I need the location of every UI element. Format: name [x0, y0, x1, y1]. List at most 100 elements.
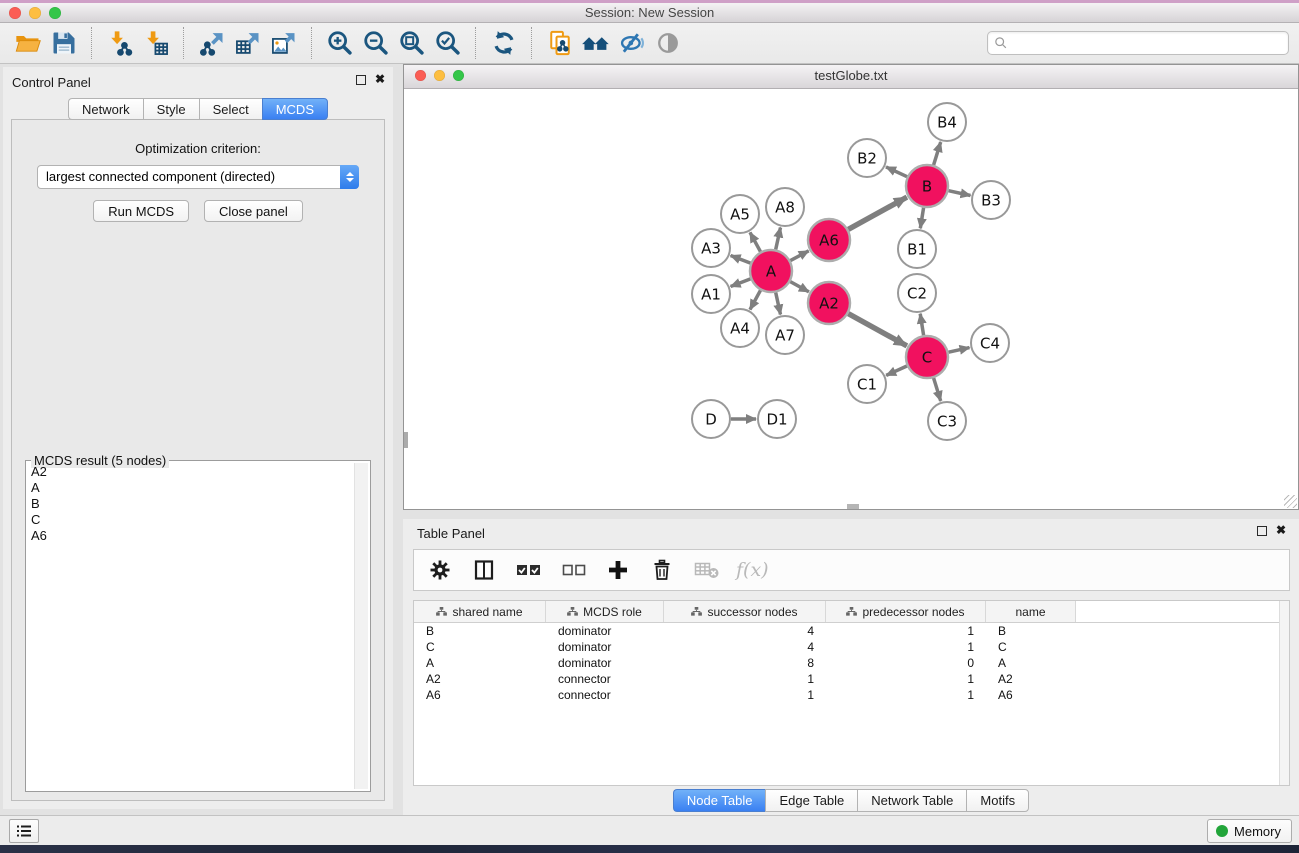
- hide-selected-eye-slash-icon[interactable]: [614, 26, 650, 60]
- import-table-icon[interactable]: [138, 26, 174, 60]
- table-cell[interactable]: 0: [826, 656, 986, 670]
- graph-edge-A-A5[interactable]: [750, 232, 761, 251]
- graph-edge-C-C4[interactable]: [949, 348, 970, 353]
- column-header-shared-name[interactable]: shared name: [414, 601, 546, 622]
- table-cell[interactable]: 4: [664, 640, 826, 654]
- table-cell[interactable]: B: [986, 624, 1076, 638]
- mcds-result-item[interactable]: A6: [28, 528, 354, 544]
- network-vertical-scrollbar-thumb[interactable]: [404, 432, 408, 448]
- table-cell[interactable]: 8: [664, 656, 826, 670]
- table-cell[interactable]: A: [986, 656, 1076, 670]
- table-cell[interactable]: A2: [986, 672, 1076, 686]
- deselect-all-rows-icon[interactable]: [562, 562, 586, 578]
- double-house-icon[interactable]: [578, 26, 614, 60]
- graph-edge-C-C3[interactable]: [934, 378, 941, 401]
- table-cell[interactable]: A: [414, 656, 546, 670]
- table-vertical-scrollbar[interactable]: [1279, 601, 1289, 785]
- export-network-icon[interactable]: [194, 26, 230, 60]
- graph-edge-A-A7[interactable]: [776, 293, 781, 315]
- close-panel-icon[interactable]: ✖: [375, 74, 385, 85]
- export-image-icon[interactable]: [266, 26, 302, 60]
- mcds-result-item[interactable]: A: [28, 480, 354, 496]
- column-header-predecessor-nodes[interactable]: predecessor nodes: [826, 601, 986, 622]
- table-cell[interactable]: 1: [826, 688, 986, 702]
- create-new-column-plus-icon[interactable]: [606, 558, 630, 582]
- table-settings-gear-icon[interactable]: [428, 558, 452, 582]
- network-resize-grip[interactable]: [1284, 495, 1297, 508]
- table-row[interactable]: Cdominator41C: [414, 639, 1289, 655]
- table-cell[interactable]: B: [414, 624, 546, 638]
- graph-edge-B-B3[interactable]: [949, 191, 971, 196]
- show-all-eye-icon[interactable]: [650, 26, 686, 60]
- zoom-out-icon[interactable]: [358, 26, 394, 60]
- network-horizontal-scrollbar-thumb[interactable]: [847, 504, 859, 509]
- graph-edge-A-A4[interactable]: [750, 290, 761, 309]
- table-cell[interactable]: C: [986, 640, 1076, 654]
- table-cell[interactable]: 1: [826, 640, 986, 654]
- column-header-successor-nodes[interactable]: successor nodes: [664, 601, 826, 622]
- graph-edge-A-A8[interactable]: [776, 228, 781, 250]
- mcds-result-item[interactable]: A2: [28, 464, 354, 480]
- mcds-result-item[interactable]: C: [28, 512, 354, 528]
- graph-edge-A-A2[interactable]: [790, 282, 809, 292]
- new-network-from-selection-icon[interactable]: [542, 26, 578, 60]
- graph-edge-A-A3[interactable]: [731, 256, 751, 264]
- optimization-criterion-select[interactable]: largest connected component (directed): [37, 165, 359, 189]
- select-all-rows-icon[interactable]: [516, 561, 542, 579]
- tab-edge-table[interactable]: Edge Table: [765, 789, 857, 812]
- table-cell[interactable]: A6: [414, 688, 546, 702]
- column-header-name[interactable]: name: [986, 601, 1076, 622]
- graph-edge-B-B2[interactable]: [886, 167, 907, 177]
- zoom-selected-icon[interactable]: [430, 26, 466, 60]
- graph-edge-A6-B[interactable]: [848, 197, 907, 229]
- table-cell[interactable]: 4: [664, 624, 826, 638]
- result-list-scrollbar[interactable]: [354, 463, 368, 789]
- memory-button[interactable]: Memory: [1207, 819, 1292, 843]
- graph-edge-C-C1[interactable]: [886, 366, 907, 375]
- search-input[interactable]: [1008, 35, 1288, 51]
- graph-edge-B-B1[interactable]: [920, 208, 923, 229]
- table-cell[interactable]: A6: [986, 688, 1076, 702]
- float-table-panel-icon[interactable]: [1257, 526, 1267, 536]
- tab-network-table[interactable]: Network Table: [857, 789, 966, 812]
- open-session-icon[interactable]: [10, 26, 46, 60]
- network-window-titlebar[interactable]: testGlobe.txt: [404, 65, 1298, 89]
- close-table-panel-icon[interactable]: ✖: [1276, 525, 1286, 536]
- apply-layout-icon[interactable]: [486, 26, 522, 60]
- graph-edge-A2-C[interactable]: [848, 314, 907, 346]
- graph-edge-A-A6[interactable]: [790, 251, 808, 261]
- tab-motifs[interactable]: Motifs: [966, 789, 1029, 812]
- table-cell[interactable]: connector: [546, 672, 664, 686]
- toolbar-search-field[interactable]: [987, 31, 1289, 55]
- tab-mcds[interactable]: MCDS: [262, 98, 328, 120]
- table-row[interactable]: Adominator80A: [414, 655, 1289, 671]
- import-network-icon[interactable]: [102, 26, 138, 60]
- table-cell[interactable]: 1: [826, 624, 986, 638]
- show-panels-list-button[interactable]: [9, 819, 39, 843]
- graph-edge-A-A1[interactable]: [731, 279, 751, 287]
- toggle-columns-icon[interactable]: [472, 558, 496, 582]
- table-cell[interactable]: 1: [826, 672, 986, 686]
- table-row[interactable]: A6connector11A6: [414, 687, 1289, 703]
- table-cell[interactable]: A2: [414, 672, 546, 686]
- close-panel-button[interactable]: Close panel: [204, 200, 303, 222]
- network-canvas[interactable]: AA1A3A5A8A4A7A6A2BB1B2B3B4CC1C2C3C4DD1: [404, 89, 1298, 509]
- table-cell[interactable]: C: [414, 640, 546, 654]
- export-table-icon[interactable]: [230, 26, 266, 60]
- table-cell[interactable]: dominator: [546, 640, 664, 654]
- graph-edge-C-C2[interactable]: [920, 314, 923, 336]
- run-mcds-button[interactable]: Run MCDS: [93, 200, 189, 222]
- zoom-in-icon[interactable]: [322, 26, 358, 60]
- table-cell[interactable]: connector: [546, 688, 664, 702]
- table-cell[interactable]: dominator: [546, 624, 664, 638]
- table-cell[interactable]: 1: [664, 672, 826, 686]
- tab-style[interactable]: Style: [143, 98, 199, 120]
- column-header-mcds-role[interactable]: MCDS role: [546, 601, 664, 622]
- tab-network[interactable]: Network: [68, 98, 143, 120]
- table-cell[interactable]: dominator: [546, 656, 664, 670]
- select-stepper-icon[interactable]: [340, 165, 359, 189]
- table-cell[interactable]: 1: [664, 688, 826, 702]
- table-row[interactable]: A2connector11A2: [414, 671, 1289, 687]
- tab-node-table[interactable]: Node Table: [673, 789, 766, 812]
- save-session-icon[interactable]: [46, 26, 82, 60]
